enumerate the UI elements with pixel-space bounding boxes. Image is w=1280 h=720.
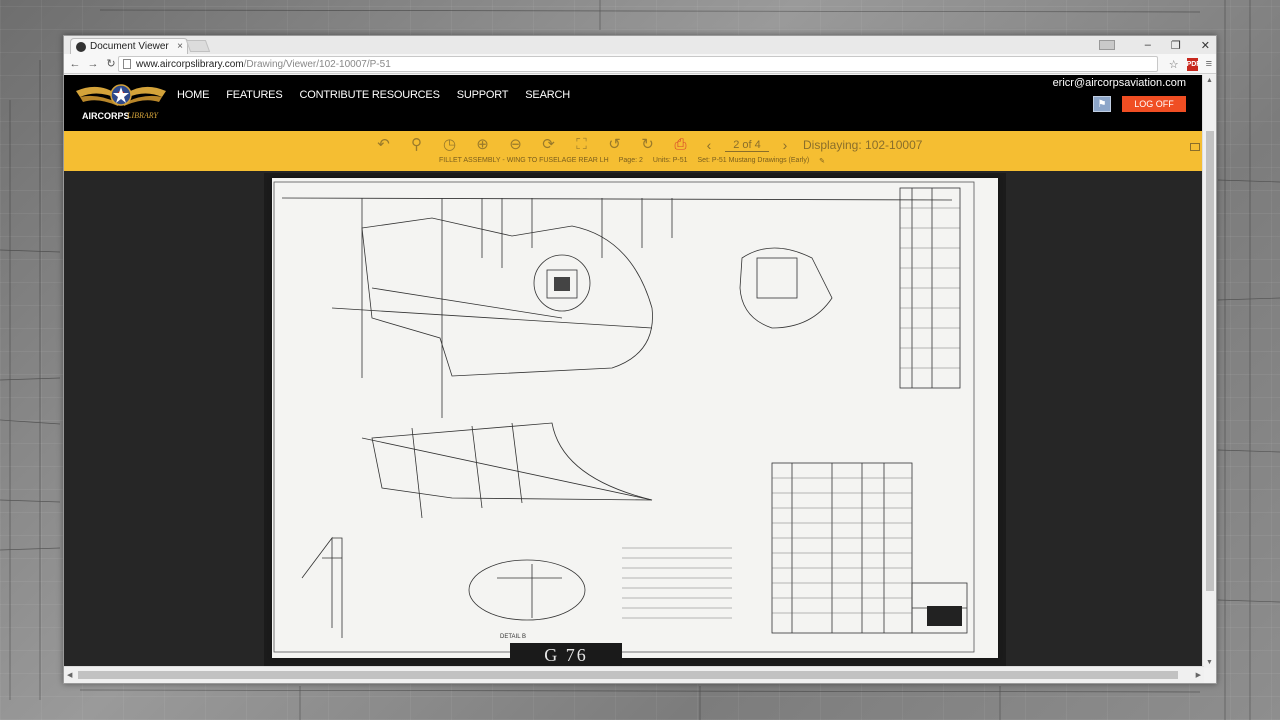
page-icon bbox=[123, 59, 131, 69]
tab-title: Document Viewer bbox=[90, 41, 169, 52]
url-host: www.aircorpslibrary.com bbox=[136, 58, 244, 70]
zoom-reset-icon[interactable]: ◷ bbox=[433, 134, 466, 154]
meta-title: FILLET ASSEMBLY - WING TO FUSELAGE REAR … bbox=[439, 157, 609, 164]
display-label: Displaying: 102-10007 bbox=[803, 138, 923, 152]
refresh-icon[interactable]: ⟳ bbox=[532, 134, 565, 154]
back-icon[interactable]: ← bbox=[68, 58, 82, 70]
scroll-left-icon[interactable]: ◀ bbox=[67, 671, 72, 679]
forward-icon[interactable]: → bbox=[86, 58, 100, 70]
detail-b-label: DETAIL B bbox=[500, 634, 526, 640]
browser-window: Document Viewer × – ❐ ✕ ← → ↻ www.aircor… bbox=[63, 35, 1217, 684]
main-nav: HOME FEATURES CONTRIBUTE RESOURCES SUPPO… bbox=[177, 89, 587, 101]
prev-page-icon[interactable]: ‹ bbox=[699, 137, 719, 153]
site-header: AIRCORPS LIBRARY HOME FEATURES CONTRIBUT… bbox=[64, 75, 1204, 131]
drawing-image[interactable]: DETAIL B G 76 bbox=[264, 173, 1006, 667]
tab-close-icon[interactable]: × bbox=[177, 41, 183, 52]
user-email[interactable]: ericr@aircorpsaviation.com bbox=[1053, 77, 1186, 89]
menu-icon[interactable]: ≡ bbox=[1206, 58, 1212, 70]
viewer-tools: ↶ ⚲ ◷ ⊕ ⊖ ⟳ ⛶ ↺ ↻ ⎙ bbox=[367, 134, 697, 154]
page-indicator[interactable]: 2 of 4 bbox=[725, 139, 769, 152]
tab-document-viewer[interactable]: Document Viewer × bbox=[70, 38, 188, 54]
new-tab-button[interactable] bbox=[185, 40, 211, 52]
pager: ‹ 2 of 4 › Displaying: 102-10007 bbox=[699, 137, 923, 153]
reload-icon[interactable]: ↻ bbox=[104, 57, 118, 70]
print-icon[interactable]: ⎙ bbox=[664, 134, 697, 154]
vertical-scroll-thumb[interactable] bbox=[1206, 131, 1214, 591]
close-window-button[interactable]: ✕ bbox=[1201, 39, 1210, 52]
star-icon[interactable]: ☆ bbox=[1169, 58, 1179, 71]
nav-features[interactable]: FEATURES bbox=[226, 89, 282, 101]
aircorps-logo[interactable]: AIRCORPS LIBRARY bbox=[74, 77, 168, 125]
nav-search[interactable]: SEARCH bbox=[525, 89, 570, 101]
restore-button[interactable]: ❐ bbox=[1171, 39, 1181, 52]
scroll-up-icon[interactable]: ▲ bbox=[1206, 77, 1213, 84]
nav-support[interactable]: SUPPORT bbox=[457, 89, 509, 101]
address-bar[interactable]: www.aircorpslibrary.com/Drawing/Viewer/1… bbox=[118, 56, 1158, 72]
browser-toolbar: ← → ↻ www.aircorpslibrary.com/Drawing/Vi… bbox=[64, 54, 1216, 74]
edit-icon[interactable]: ✎ bbox=[819, 157, 825, 165]
nav-home[interactable]: HOME bbox=[177, 89, 209, 101]
scroll-right-icon[interactable]: ▶ bbox=[1196, 671, 1201, 679]
favicon-icon bbox=[76, 41, 86, 52]
svg-text:LIBRARY: LIBRARY bbox=[126, 111, 160, 120]
flag-icon[interactable]: ⚑ bbox=[1093, 96, 1111, 112]
zoom-in-icon[interactable]: ⊕ bbox=[466, 134, 499, 154]
vertical-scrollbar[interactable]: ▲ ▼ bbox=[1202, 75, 1216, 668]
viewer-toolbar: ↶ ⚲ ◷ ⊕ ⊖ ⟳ ⛶ ↺ ↻ ⎙ ‹ 2 of 4 › Displayin… bbox=[64, 131, 1204, 171]
back-arrow-icon[interactable]: ↶ bbox=[367, 134, 400, 154]
pdf-extension-icon[interactable]: PDF bbox=[1186, 57, 1201, 71]
horizontal-scrollbar[interactable]: ◀ ▶ bbox=[64, 666, 1204, 683]
meta-set: Set: P-51 Mustang Drawings (Early) bbox=[697, 157, 810, 164]
document-meta: FILLET ASSEMBLY - WING TO FUSELAGE REAR … bbox=[439, 157, 825, 165]
minimize-button[interactable]: – bbox=[1145, 39, 1151, 51]
collapse-icon[interactable] bbox=[1190, 143, 1200, 151]
nav-contribute-resources[interactable]: CONTRIBUTE RESOURCES bbox=[299, 89, 439, 101]
rotate-right-icon[interactable]: ↻ bbox=[631, 134, 664, 154]
url-path: /Drawing/Viewer/102-10007/P-51 bbox=[243, 58, 391, 70]
meta-units: Units: P-51 bbox=[652, 157, 688, 164]
profile-icon[interactable] bbox=[1098, 40, 1115, 50]
frame-label: G 76 bbox=[510, 643, 622, 667]
svg-text:AIRCORPS: AIRCORPS bbox=[82, 111, 130, 121]
zoom-out-icon[interactable]: ⊖ bbox=[499, 134, 532, 154]
search-icon[interactable]: ⚲ bbox=[400, 134, 433, 154]
window-controls: – ❐ ✕ bbox=[1098, 36, 1210, 54]
horizontal-scroll-thumb[interactable] bbox=[78, 671, 1178, 679]
scroll-down-icon[interactable]: ▼ bbox=[1206, 659, 1213, 666]
rotate-left-icon[interactable]: ↺ bbox=[598, 134, 631, 154]
viewer-area[interactable]: DETAIL B G 76 bbox=[64, 171, 1204, 668]
logoff-button[interactable]: LOG OFF bbox=[1122, 96, 1186, 112]
tab-strip: Document Viewer × – ❐ ✕ bbox=[64, 36, 1216, 54]
next-page-icon[interactable]: › bbox=[775, 137, 795, 153]
fit-page-icon[interactable]: ⛶ bbox=[565, 134, 598, 154]
meta-page: Page: 2 bbox=[618, 157, 643, 164]
drawing-sheet: DETAIL B bbox=[272, 178, 998, 658]
